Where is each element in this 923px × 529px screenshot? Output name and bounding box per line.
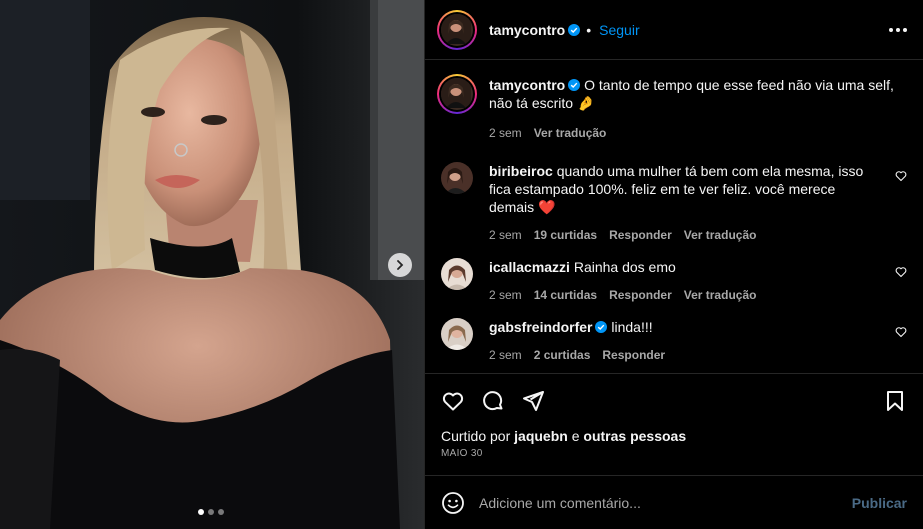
comment-meta: 2 sem 19 curtidas Responder Ver tradução (489, 226, 883, 244)
more-dot (903, 27, 907, 32)
verified-badge-icon (568, 79, 581, 91)
commenter-avatar[interactable] (441, 258, 473, 290)
post-date[interactable]: MAIO 30 (441, 448, 907, 459)
emoji-smiley-icon[interactable] (441, 491, 465, 515)
follow-button[interactable]: Seguir (599, 22, 639, 38)
selfie-image (0, 0, 424, 529)
like-heart-icon[interactable] (441, 389, 465, 413)
comment-meta: 2 sem 2 curtidas Responder (489, 346, 883, 364)
comment-item: biribeiroc quando uma mulher tá bem com … (437, 162, 907, 244)
reply-button[interactable]: Responder (609, 286, 672, 304)
publish-button[interactable]: Publicar (852, 495, 907, 511)
verified-badge-icon (595, 321, 608, 333)
action-icons (441, 386, 907, 416)
save-bookmark-icon[interactable] (883, 389, 907, 413)
comment-time[interactable]: 2 sem (489, 286, 522, 304)
like-comment-heart-icon[interactable] (895, 170, 907, 182)
comment-item: icallacmazzi Rainha dos emo 2 sem 14 cur… (437, 258, 907, 304)
instagram-post-modal: tamycontro • Seguir tamycontro O tanto d… (0, 0, 923, 529)
carousel-indicator (198, 509, 224, 515)
caption-time[interactable]: 2 sem (489, 124, 522, 142)
add-comment-bar: Publicar (425, 475, 923, 529)
carousel-dot (198, 509, 204, 515)
like-comment-heart-icon[interactable] (895, 326, 907, 338)
comment-bubble-icon[interactable] (481, 389, 505, 413)
liked-by-conj: e (571, 428, 580, 444)
caption-avatar[interactable] (437, 74, 477, 114)
author-username[interactable]: tamycontro (489, 22, 565, 38)
comment-time[interactable]: 2 sem (489, 226, 522, 244)
translate-link[interactable]: Ver tradução (684, 286, 757, 304)
more-dot (896, 27, 900, 32)
caption-text-block: tamycontro O tanto de tempo que esse fee… (489, 76, 907, 112)
verified-badge-icon (568, 23, 581, 36)
comment-input[interactable] (479, 494, 852, 511)
comment-username[interactable]: icallacmazzi (489, 259, 570, 275)
like-comment-heart-icon[interactable] (895, 266, 907, 278)
comment-likes[interactable]: 14 curtidas (534, 286, 597, 304)
caption-meta: 2 sem Ver tradução (489, 124, 907, 142)
comment-item: gabsfreindorfer linda!!! 2 sem 2 curtida… (437, 318, 907, 364)
carousel-dot (208, 509, 214, 515)
avatar-image (441, 318, 473, 350)
comment-meta: 2 sem 14 curtidas Responder Ver tradução (489, 286, 883, 304)
post-actions: Curtido por jaquebn e outras pessoas MAI… (425, 373, 923, 459)
comments-list[interactable]: tamycontro O tanto de tempo que esse fee… (425, 60, 923, 373)
caption-username[interactable]: tamycontro (489, 77, 565, 93)
carousel-dot (218, 509, 224, 515)
post-side-panel: tamycontro • Seguir tamycontro O tanto d… (424, 0, 923, 529)
author-avatar[interactable] (437, 9, 477, 50)
comment-text-block: gabsfreindorfer linda!!! (489, 318, 883, 336)
more-horizontal-icon (889, 27, 893, 32)
liked-by-text: Curtido por jaquebn e outras pessoas (441, 428, 907, 444)
commenter-avatar[interactable] (441, 162, 473, 194)
chevron-right-icon (397, 260, 404, 270)
separator-dot: • (586, 21, 592, 38)
comment-time[interactable]: 2 sem (489, 346, 522, 364)
avatar-image (441, 13, 471, 44)
liked-by-user[interactable]: jaquebn (514, 428, 568, 444)
comment-likes[interactable]: 2 curtidas (534, 346, 591, 364)
comment-username[interactable]: biribeiroc (489, 163, 553, 179)
avatar-image (441, 78, 471, 108)
post-photo[interactable] (0, 0, 424, 529)
reply-button[interactable]: Responder (609, 226, 672, 244)
comment-text: linda!!! (611, 319, 653, 335)
liked-by-others[interactable]: outras pessoas (583, 428, 686, 444)
comment-likes[interactable]: 19 curtidas (534, 226, 597, 244)
translate-link[interactable]: Ver tradução (684, 226, 757, 244)
caption-translate-link[interactable]: Ver tradução (534, 124, 607, 142)
comment-username[interactable]: gabsfreindorfer (489, 319, 592, 335)
commenter-avatar[interactable] (441, 318, 473, 350)
post-header: tamycontro • Seguir (425, 0, 923, 60)
comment-text: Rainha dos emo (573, 259, 676, 275)
share-send-icon[interactable] (521, 389, 545, 413)
next-photo-button[interactable] (388, 253, 412, 277)
post-caption: tamycontro O tanto de tempo que esse fee… (437, 74, 907, 142)
avatar-image (441, 162, 473, 194)
comment-text-block: biribeiroc quando uma mulher tá bem com … (489, 162, 883, 216)
avatar-image (441, 258, 473, 290)
comment-text-block: icallacmazzi Rainha dos emo (489, 258, 883, 276)
more-options-button[interactable] (889, 27, 907, 32)
liked-by-prefix: Curtido por (441, 428, 511, 444)
reply-button[interactable]: Responder (602, 346, 665, 364)
